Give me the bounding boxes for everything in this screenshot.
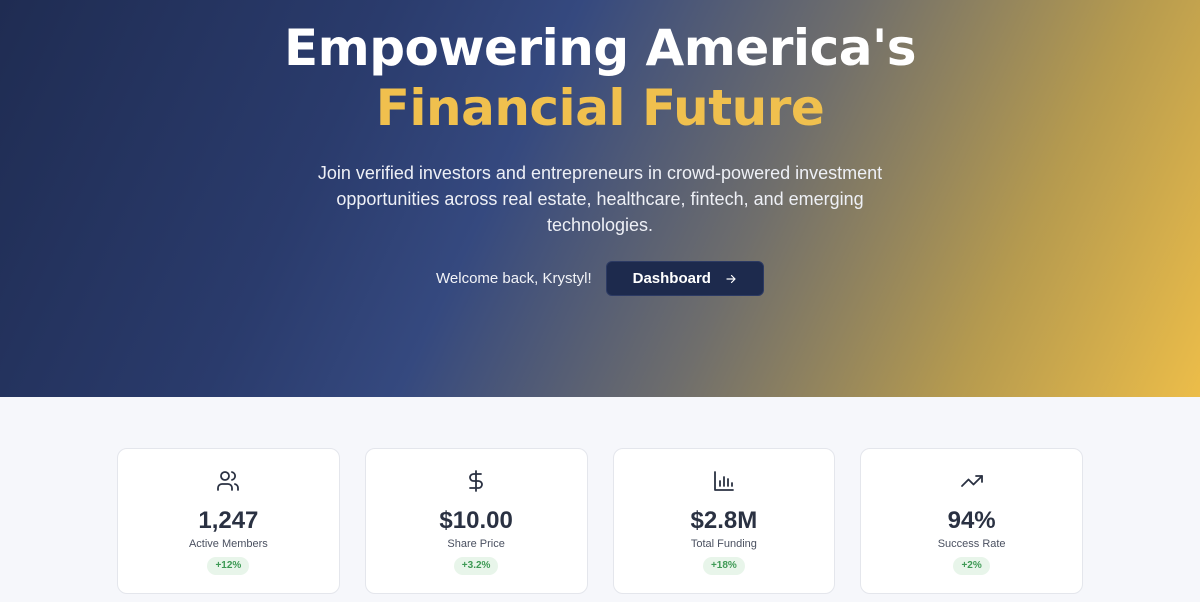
hero-title-highlight: Financial Future bbox=[375, 79, 825, 137]
stat-label: Share Price bbox=[447, 538, 505, 550]
welcome-message: Welcome back, Krystyl! bbox=[436, 270, 592, 287]
stat-label: Total Funding bbox=[690, 538, 757, 550]
dashboard-button[interactable]: Dashboard bbox=[605, 261, 764, 296]
stat-card-total-funding: $2.8M Total Funding +18% bbox=[612, 448, 836, 594]
hero-subtitle: Join verified investors and entrepreneur… bbox=[317, 163, 883, 235]
arrow-right-icon bbox=[725, 273, 737, 285]
stat-value: 94% bbox=[947, 507, 996, 534]
bar-chart-icon bbox=[614, 469, 835, 493]
stats-row: 1,247 Active Members +12% $10.00 Share P… bbox=[117, 448, 1083, 594]
stat-value: $10.00 bbox=[439, 507, 513, 534]
dashboard-button-label: Dashboard bbox=[632, 270, 711, 287]
stat-change-badge: +18% bbox=[702, 557, 745, 575]
stat-card-share-price: $10.00 Share Price +3.2% bbox=[364, 448, 588, 594]
hero-section: Empowering America's Financial Future Jo… bbox=[0, 0, 1200, 397]
dollar-icon bbox=[366, 469, 587, 493]
stat-card-success-rate: 94% Success Rate +2% bbox=[860, 448, 1083, 594]
stat-label: Active Members bbox=[188, 538, 268, 550]
stat-change-badge: +2% bbox=[953, 557, 990, 575]
trending-up-icon bbox=[861, 469, 1082, 493]
stat-label: Success Rate bbox=[937, 538, 1006, 550]
stat-change-badge: +3.2% bbox=[453, 557, 499, 575]
stat-value: $2.8M bbox=[690, 507, 758, 534]
users-icon bbox=[118, 469, 339, 493]
stat-change-badge: +12% bbox=[207, 557, 250, 575]
stat-card-members: 1,247 Active Members +12% bbox=[117, 448, 340, 594]
hero-cta-row: Welcome back, Krystyl! Dashboard bbox=[0, 261, 1200, 296]
stat-value: 1,247 bbox=[198, 507, 259, 534]
hero-title: Empowering America's Financial Future bbox=[0, 18, 1200, 138]
hero-title-line1: Empowering America's bbox=[283, 19, 917, 77]
